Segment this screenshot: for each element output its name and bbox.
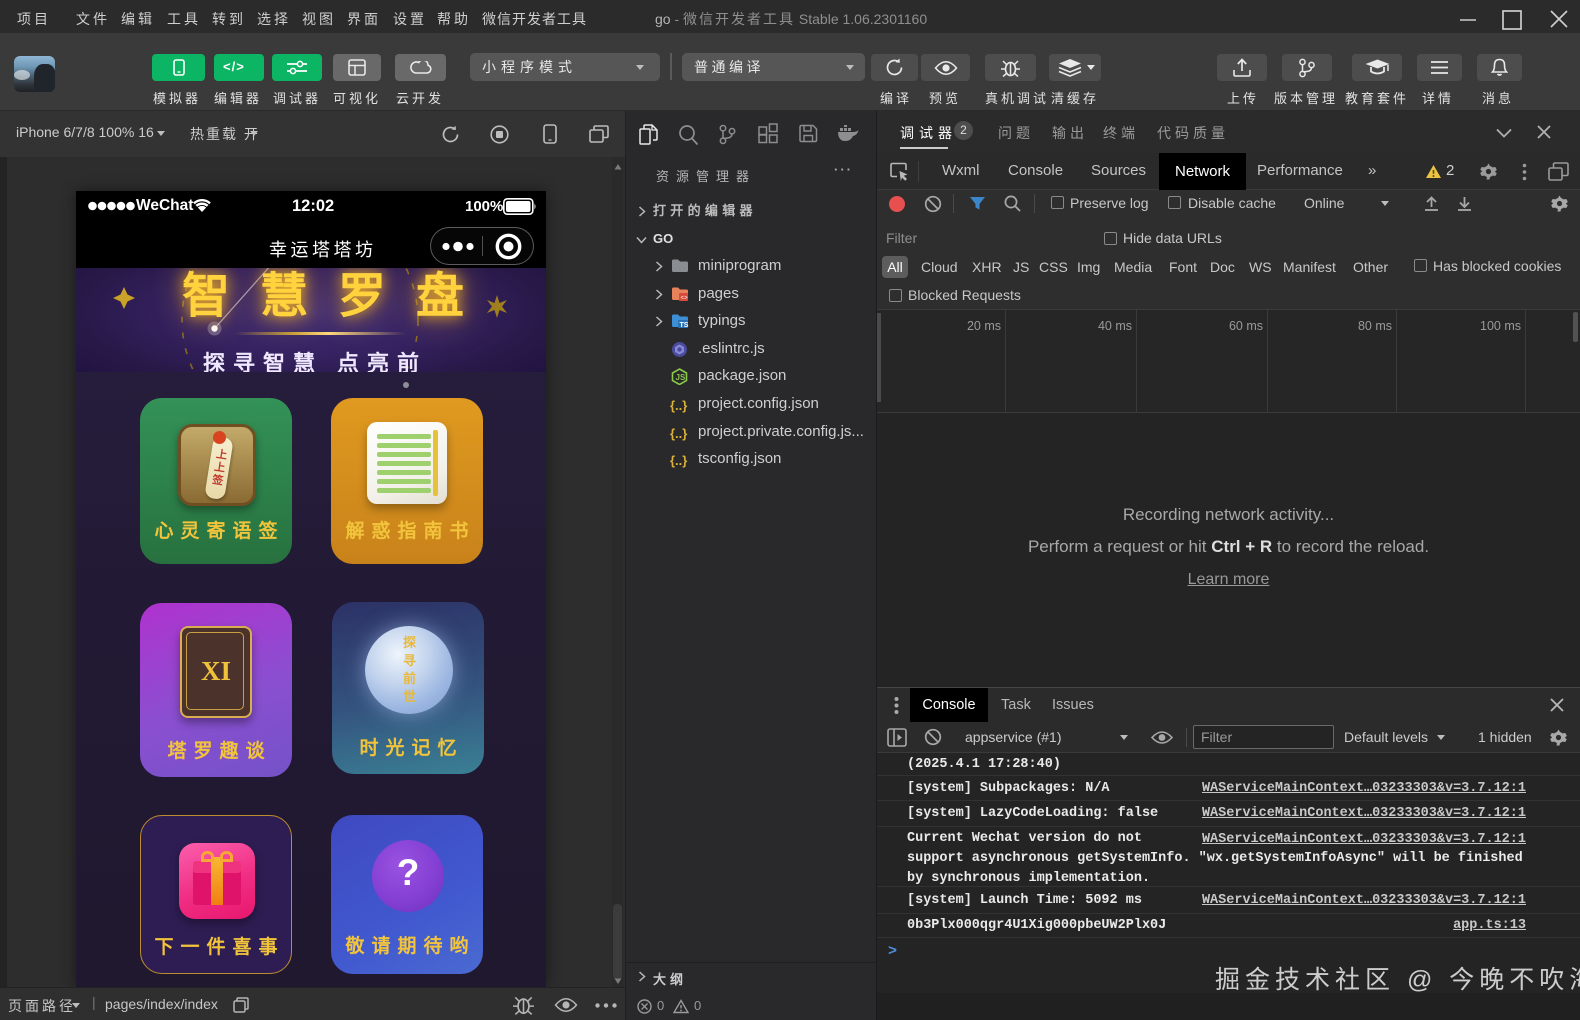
svg-text:JS: JS <box>676 373 686 382</box>
svg-text:TS: TS <box>680 322 689 328</box>
svg-text:<>: <> <box>681 295 689 302</box>
